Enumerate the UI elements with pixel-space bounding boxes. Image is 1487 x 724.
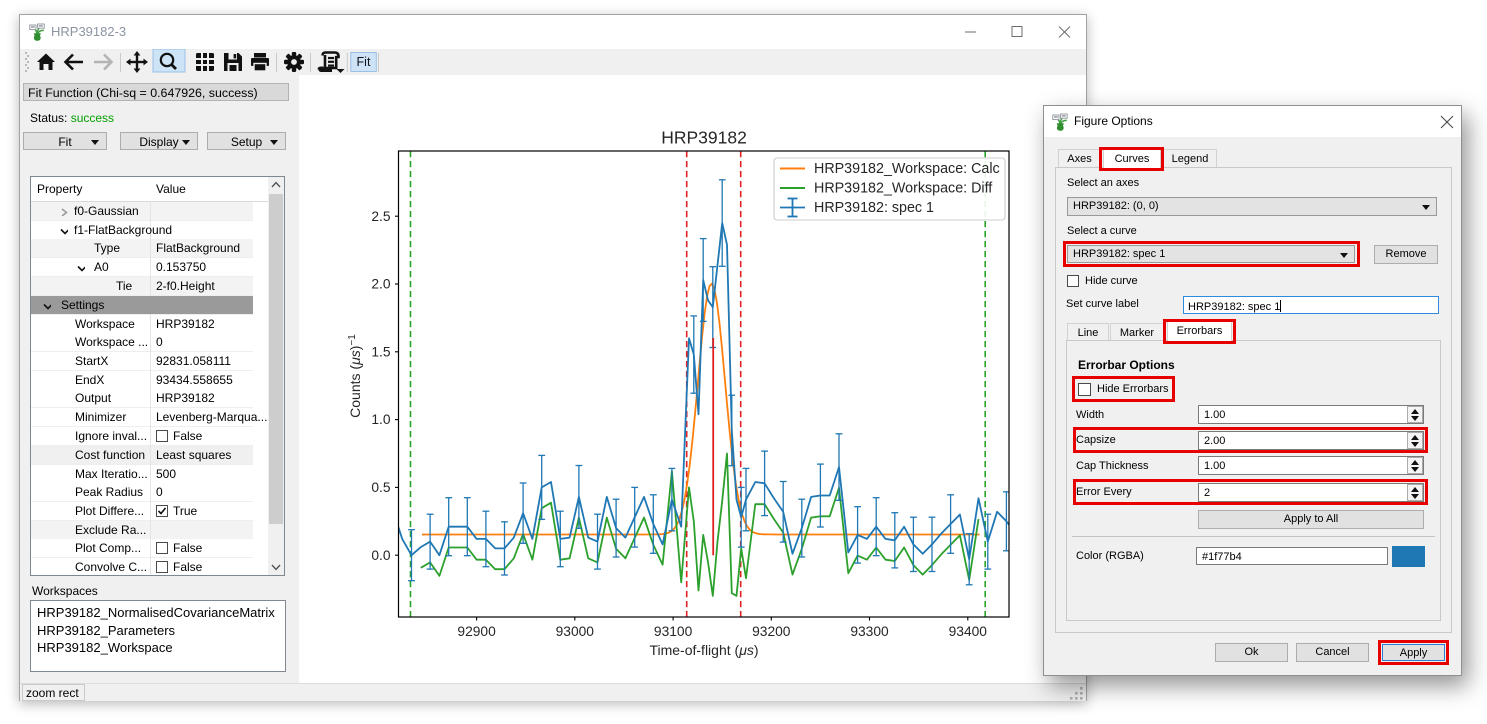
svg-text:HRP39182_Workspace: Calc: HRP39182_Workspace: Calc [814, 161, 1000, 177]
svg-text:HRP39182_Workspace: Diff: HRP39182_Workspace: Diff [814, 181, 992, 197]
svg-text:92900: 92900 [457, 624, 496, 639]
svg-text:HRP39182: spec 1: HRP39182: spec 1 [814, 200, 934, 216]
svg-text:1.5: 1.5 [371, 344, 391, 359]
svg-text:2.0: 2.0 [371, 277, 391, 292]
svg-text:Time-of-flight (μs): Time-of-flight (μs) [649, 642, 758, 658]
svg-text:93200: 93200 [752, 624, 791, 639]
svg-text:93000: 93000 [556, 624, 595, 639]
svg-text:Counts (μs)−1: Counts (μs)−1 [347, 334, 363, 418]
svg-text:93400: 93400 [949, 624, 988, 639]
svg-text:0.0: 0.0 [371, 548, 391, 563]
svg-text:Fit: Fit [357, 55, 371, 69]
svg-text:93300: 93300 [850, 624, 889, 639]
svg-text:2.5: 2.5 [371, 209, 391, 224]
svg-text:HRP39182: HRP39182 [661, 128, 747, 148]
svg-text:1.0: 1.0 [371, 412, 391, 427]
svg-text:0.5: 0.5 [371, 480, 391, 495]
svg-text:93100: 93100 [654, 624, 693, 639]
